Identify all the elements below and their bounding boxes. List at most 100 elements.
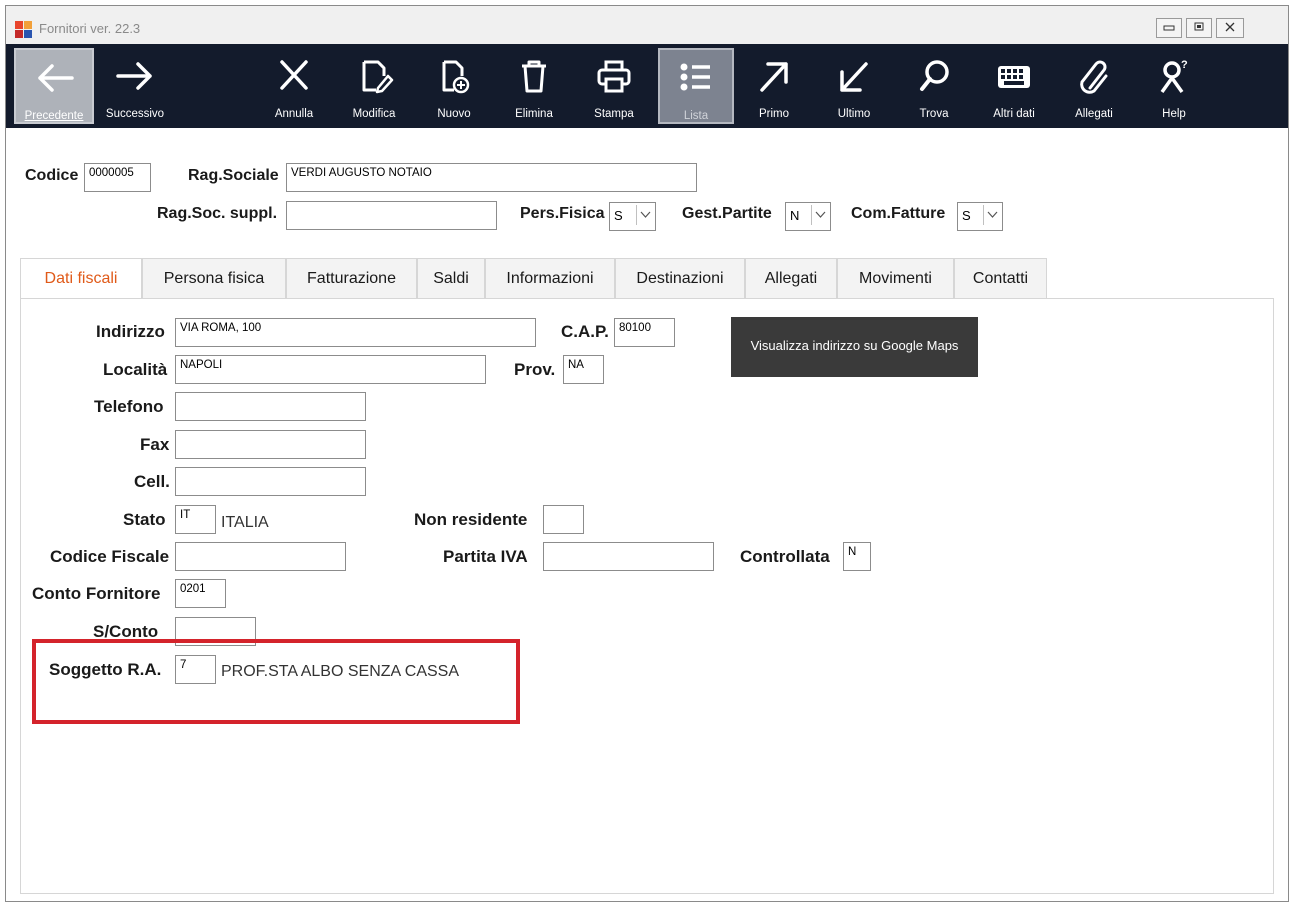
edit-document-icon: [342, 58, 406, 94]
gest-partite-select[interactable]: N: [785, 202, 831, 231]
tab-fatturazione[interactable]: Fatturazione: [286, 258, 417, 298]
gest-partite-value: N: [790, 208, 800, 223]
codice-fiscale-label: Codice Fiscale: [50, 547, 170, 566]
conto-fornitore-field[interactable]: 0201: [175, 579, 226, 608]
help-label: Help: [1162, 108, 1186, 120]
chevron-down-icon: [636, 205, 653, 225]
rag-sociale-field[interactable]: VERDI AUGUSTO NOTAIO: [286, 163, 697, 192]
altri-dati-label: Altri dati: [993, 108, 1035, 120]
stato-description: ITALIA: [221, 514, 269, 531]
cap-field[interactable]: 80100: [614, 318, 675, 347]
successivo-button[interactable]: Successivo: [98, 48, 172, 124]
conto-fornitore-label: Conto Fornitore: [32, 584, 161, 603]
localita-field[interactable]: NAPOLI: [175, 355, 486, 384]
ultimo-button[interactable]: Ultimo: [822, 48, 886, 124]
rag-sociale-label: Rag.Sociale: [188, 167, 279, 184]
indirizzo-field[interactable]: VIA ROMA, 100: [175, 318, 536, 347]
minimize-button[interactable]: [1156, 18, 1182, 38]
nuovo-button[interactable]: Nuovo: [422, 48, 486, 124]
help-button[interactable]: ? Help: [1142, 48, 1206, 124]
maximize-button[interactable]: [1186, 18, 1212, 38]
cell-field[interactable]: [175, 467, 366, 496]
google-maps-button[interactable]: Visualizza indirizzo su Google Maps: [731, 317, 978, 377]
com-fatture-label: Com.Fatture: [851, 205, 946, 222]
close-window-button[interactable]: [1216, 18, 1244, 38]
list-icon: [660, 60, 732, 96]
telefono-label: Telefono: [94, 397, 164, 416]
new-document-icon: [422, 58, 486, 94]
tab-persona-fisica[interactable]: Persona fisica: [142, 258, 286, 298]
pers-fisica-label: Pers.Fisica: [520, 205, 605, 222]
trova-button[interactable]: Trova: [902, 48, 966, 124]
pers-fisica-value: S: [614, 208, 623, 223]
controllata-field[interactable]: N: [843, 542, 871, 571]
primo-label: Primo: [758, 108, 790, 120]
tab-dati-fiscali[interactable]: Dati fiscali: [20, 258, 142, 300]
lista-button[interactable]: Lista: [658, 48, 734, 124]
stampa-label: Stampa: [594, 108, 634, 120]
app-window: Fornitori ver. 22.3 Precedente Successiv…: [5, 5, 1289, 902]
annulla-button[interactable]: Annulla: [262, 48, 326, 124]
tab-saldi[interactable]: Saldi: [417, 258, 485, 298]
chevron-down-icon: [983, 205, 1000, 225]
prov-field[interactable]: NA: [563, 355, 604, 384]
annulla-label: Annulla: [274, 108, 314, 120]
cap-label: C.A.P.: [561, 322, 609, 341]
stato-field[interactable]: IT: [175, 505, 216, 534]
non-residente-label: Non residente: [414, 510, 528, 529]
nuovo-label: Nuovo: [437, 108, 471, 120]
keyboard-icon: [982, 58, 1046, 94]
arrow-left-icon: [16, 60, 92, 96]
allegati-toolbar-label: Allegati: [1075, 108, 1113, 120]
codice-label: Codice: [25, 167, 79, 184]
svg-text:?: ?: [1181, 59, 1188, 71]
successivo-label: Successivo: [105, 108, 165, 120]
lista-label: Lista: [683, 110, 709, 122]
altri-dati-button[interactable]: Altri dati: [982, 48, 1046, 124]
tab-destinazioni[interactable]: Destinazioni: [615, 258, 745, 298]
chevron-down-icon: [811, 205, 828, 225]
elimina-label: Elimina: [515, 108, 553, 120]
fax-field[interactable]: [175, 430, 366, 459]
tab-informazioni[interactable]: Informazioni: [485, 258, 615, 298]
help-person-icon: ?: [1142, 58, 1206, 94]
printer-icon: [582, 58, 646, 94]
close-icon: [262, 58, 326, 94]
precedente-label: Precedente: [24, 110, 84, 122]
trash-icon: [502, 58, 566, 94]
trova-label: Trova: [919, 108, 949, 120]
gest-partite-label: Gest.Partite: [682, 205, 772, 222]
stampa-button[interactable]: Stampa: [582, 48, 646, 124]
indirizzo-label: Indirizzo: [96, 322, 165, 341]
elimina-button[interactable]: Elimina: [502, 48, 566, 124]
allegati-toolbar-button[interactable]: Allegati: [1062, 48, 1126, 124]
partita-iva-label: Partita IVA: [443, 547, 528, 566]
codice-fiscale-field[interactable]: [175, 542, 346, 571]
soggetto-ra-highlight-box: [32, 639, 520, 724]
codice-field[interactable]: 0000005: [84, 163, 151, 192]
cell-label: Cell.: [134, 472, 170, 491]
search-icon: [902, 58, 966, 94]
tab-allegati[interactable]: Allegati: [745, 258, 837, 298]
precedente-button[interactable]: Precedente: [14, 48, 94, 124]
fax-label: Fax: [140, 435, 170, 454]
partita-iva-field[interactable]: [543, 542, 714, 571]
form-content: Codice 0000005 Rag.Sociale VERDI AUGUSTO…: [6, 128, 1288, 901]
telefono-field[interactable]: [175, 392, 366, 421]
title-bar: Fornitori ver. 22.3: [6, 6, 1288, 44]
pers-fisica-select[interactable]: S: [609, 202, 656, 231]
arrow-up-right-icon: [742, 58, 806, 94]
tab-contatti[interactable]: Contatti: [954, 258, 1047, 298]
window-title: Fornitori ver. 22.3: [39, 21, 141, 36]
controllata-label: Controllata: [740, 547, 830, 566]
prov-label: Prov.: [514, 360, 556, 379]
stato-label: Stato: [123, 510, 166, 529]
rag-soc-suppl-label: Rag.Soc. suppl.: [157, 205, 278, 222]
toolbar: Precedente Successivo Annulla Modifica N…: [6, 44, 1288, 128]
rag-soc-suppl-field[interactable]: [286, 201, 497, 230]
tab-movimenti[interactable]: Movimenti: [837, 258, 954, 298]
non-residente-field[interactable]: [543, 505, 584, 534]
primo-button[interactable]: Primo: [742, 48, 806, 124]
modifica-button[interactable]: Modifica: [342, 48, 406, 124]
com-fatture-select[interactable]: S: [957, 202, 1003, 231]
